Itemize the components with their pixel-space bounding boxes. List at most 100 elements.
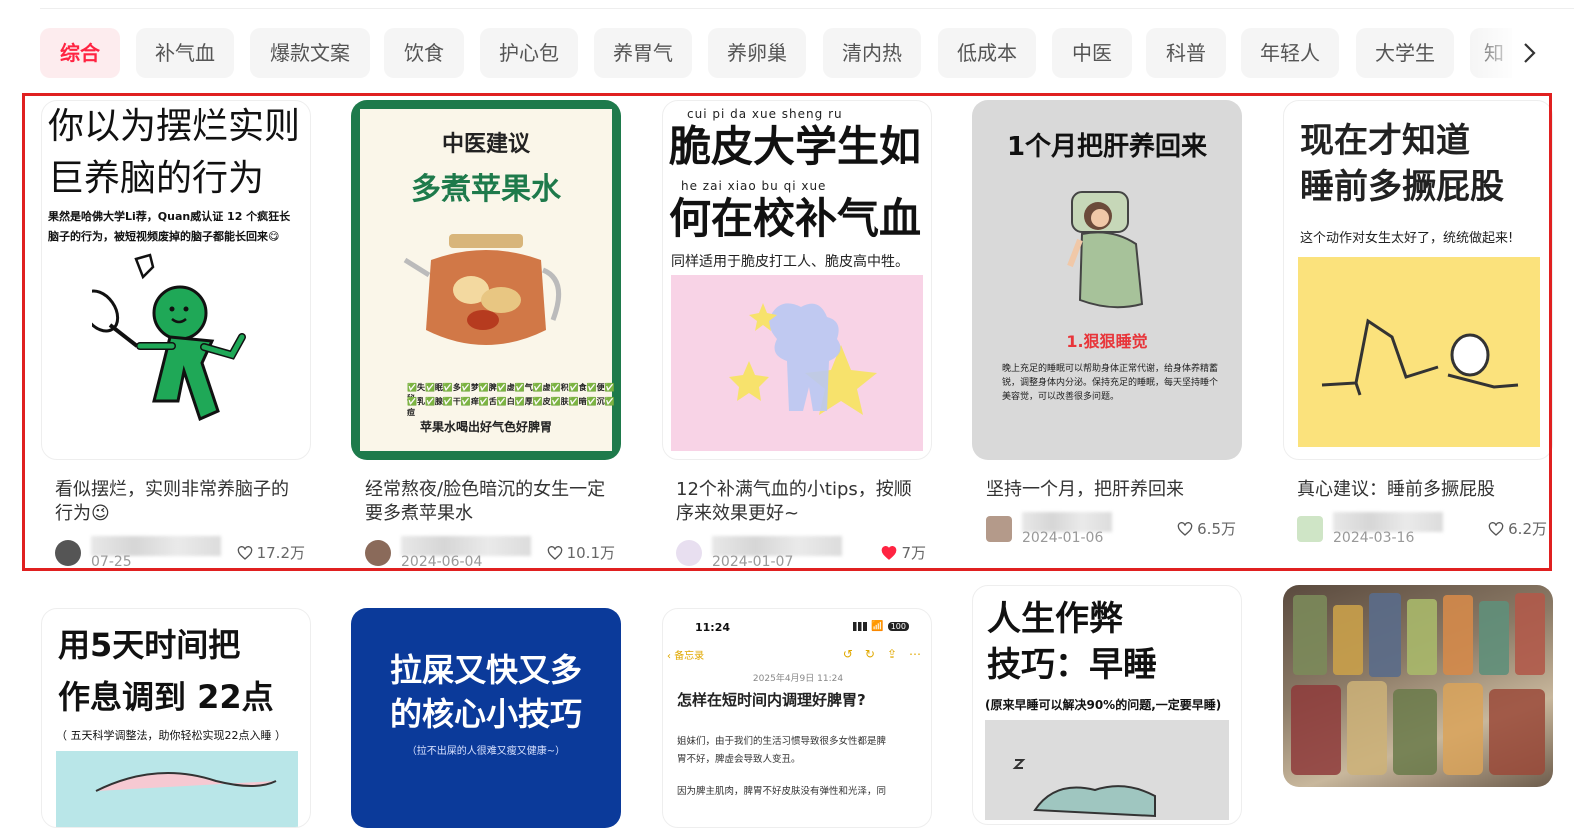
battery-icon: 100 (887, 622, 909, 631)
tab-stomach[interactable]: 养胃气 (594, 28, 692, 78)
like-button[interactable]: 10.1万 (547, 542, 615, 563)
cover-body-text: 晚上充足的睡眠可以帮助身体正常代谢，给身体养精蓄锐，调整身体内分泌。保持充足的睡… (1002, 364, 1219, 402)
note-cover[interactable]: 拉屎又快又多 的核心小技巧 （拉不出屎的人很难又瘦又健康~） (351, 608, 621, 828)
cover-headline: 的核心小技巧 (389, 695, 582, 733)
note-cover[interactable]: 11:24 📶 100 ‹ 备忘录 ↺ ↻ ⇪ ⋯ 2025年4月9日 11:24 怎… (662, 608, 932, 828)
cover-pinyin: he zai xiao bu qi xue (681, 179, 827, 193)
cover-headline: 作息调到 22点 (58, 678, 274, 716)
category-tabs: 综合 补气血 爆款文案 饮食 护心包 养胃气 养卵巢 清内热 低成本 中医 科普… (40, 28, 1530, 78)
jars-photo (1291, 593, 1545, 775)
avatar[interactable] (676, 540, 702, 566)
cover-checklist: ✅乳✅腺✅干✅痒✅舌✅白✅厚✅皮✅肤✅暗✅沉✅痘 (407, 397, 615, 417)
cover-headline: 用5天时间把 (58, 626, 241, 664)
cover-headline: 巨养脑的行为 (48, 158, 265, 199)
chevron-right-icon[interactable] (1512, 28, 1546, 78)
note-cover[interactable]: 用5天时间把 作息调到 22点 （ 五天科学调整法，助你轻松实现22点入睡 ） (41, 608, 311, 828)
note-cover[interactable]: 你以为摆烂实则 巨养脑的行为 果然是哈佛大学Li荐，Quan威认证 12 个疯狂… (41, 100, 311, 460)
tab-comprehensive[interactable]: 综合 (40, 28, 120, 78)
cover-footer: 苹果水喝出好气色好脾胃 (419, 420, 552, 434)
post-date: 2024-01-07 (712, 554, 794, 570)
sleeping-character-illustration (1012, 759, 1156, 818)
like-button[interactable]: 7万 (881, 542, 926, 563)
back-label: 备忘录 (674, 651, 705, 662)
undo-icon[interactable]: ↺ (843, 647, 853, 661)
phone-time: 11:24 (695, 621, 731, 634)
tab-viral-copy[interactable]: 爆款文案 (250, 28, 370, 78)
top-divider (40, 0, 1574, 9)
cover-headline: 多煮苹果水 (411, 172, 561, 207)
author-name[interactable] (712, 536, 842, 556)
note-title[interactable]: 坚持一个月，把肝养回来 (986, 478, 1236, 502)
author-name[interactable] (401, 536, 531, 556)
tab-ovary[interactable]: 养卵巢 (708, 28, 806, 78)
badminton-figure-illustration (92, 253, 246, 422)
author-name[interactable] (1333, 512, 1443, 532)
heart-icon (1177, 521, 1193, 536)
note-cover[interactable] (1283, 585, 1553, 787)
pillow-illustration (95, 772, 277, 792)
avatar[interactable] (986, 516, 1012, 542)
author-name[interactable] (91, 536, 221, 556)
heart-icon (547, 545, 562, 560)
tab-college-students[interactable]: 大学生 (1356, 28, 1454, 78)
like-count: 7万 (901, 544, 926, 562)
cover-headline: 现在才知道 (1300, 121, 1470, 161)
note-title[interactable]: 经常熬夜/脸色暗沉的女生一定要多煮苹果水 (365, 478, 615, 526)
redo-icon[interactable]: ↻ (865, 647, 875, 661)
cover-headline: 你以为摆烂实则 (48, 106, 301, 147)
note-author-row: 2024-06-04 10.1万 (365, 536, 615, 574)
cover-headline: 脆皮大学生如 (669, 122, 922, 171)
like-button[interactable]: 6.2万 (1488, 518, 1547, 539)
cover-subtitle: (原来早睡可以解决90%的问题,一定要早睡) (985, 698, 1222, 712)
cover-illustration-bg (985, 720, 1229, 820)
note-title[interactable]: 12个补满气血的小tips，按顺序来效果更好~ (676, 478, 926, 526)
wifi-icon: 📶 (871, 621, 884, 632)
like-count: 10.1万 (566, 544, 615, 562)
note-cover[interactable]: 中医建议 多煮苹果水 ✅失✅眠✅多✅梦✅脾✅虚✅气✅虚✅积✅食✅便✅秘 ✅乳✅腺… (351, 100, 621, 460)
note-cover[interactable]: cui pi da xue sheng ru 脆皮大学生如 he zai xia… (662, 100, 932, 460)
cover-subtitle: （拉不出屎的人很难又瘦又健康~） (406, 746, 566, 757)
cover-step: 1.狠狠睡觉 (1066, 332, 1148, 351)
like-button[interactable]: 17.2万 (237, 542, 305, 563)
like-count: 6.2万 (1508, 520, 1547, 538)
heart-filled-icon (882, 545, 897, 560)
post-date: 07-25 (91, 554, 132, 570)
note-cover[interactable]: 现在才知道 睡前多撅屁股 这个动作对女生太好了，统统做起来! (1283, 100, 1553, 460)
note-cover[interactable]: 人生作弊 技巧：早睡 (原来早睡可以解决90%的问题,一定要早睡) (972, 585, 1242, 825)
phone-status-icons: 📶 100 (853, 621, 909, 632)
cover-illustration-bg (671, 275, 923, 451)
note-body: 因为脾主肌肉，脾胃不好皮肤没有弹性和光泽，同 (677, 786, 887, 797)
tab-science[interactable]: 科普 (1146, 28, 1226, 78)
note-title[interactable]: 真心建议：睡前多撅屁股 (1297, 478, 1547, 502)
avatar[interactable] (365, 540, 391, 566)
cloud-character-illustration (729, 303, 877, 415)
tab-young-people[interactable]: 年轻人 (1241, 28, 1339, 78)
cover-subtitle: 这个动作对女生太好了，统统做起来! (1300, 231, 1514, 246)
more-icon[interactable]: ⋯ (909, 647, 921, 661)
note-author-row: 2024-03-16 6.2万 (1297, 512, 1547, 550)
like-button[interactable]: 6.5万 (1177, 518, 1236, 539)
cover-subtitle: 脑子的行为，被短视频废掉的脑子都能长回来😋 (48, 230, 280, 243)
post-date: 2024-01-06 (1022, 530, 1104, 546)
sleeping-girl-illustration (1067, 191, 1144, 309)
cover-headline: 睡前多撅屁股 (1300, 167, 1504, 207)
tab-bu-qi-xue[interactable]: 补气血 (136, 28, 234, 78)
cover-headline: 技巧：早睡 (987, 645, 1157, 685)
tab-clear-heat[interactable]: 清内热 (823, 28, 921, 78)
note-cover[interactable]: 1个月把肝养回来 1.狠狠睡觉 晚上充足的睡眠可以帮助身体正常代谢，给身体养精蓄… (972, 100, 1242, 460)
cover-headline: 1个月把肝养回来 (1006, 132, 1208, 162)
cover-illustration-bg (56, 751, 298, 827)
author-name[interactable] (1022, 512, 1112, 532)
back-link[interactable]: ‹ 备忘录 (667, 647, 704, 662)
share-icon[interactable]: ⇪ (887, 647, 897, 661)
tab-low-cost[interactable]: 低成本 (938, 28, 1036, 78)
avatar[interactable] (1297, 516, 1323, 542)
tab-heart-care[interactable]: 护心包 (480, 28, 578, 78)
like-count: 6.5万 (1197, 520, 1236, 538)
tab-tcm[interactable]: 中医 (1052, 28, 1132, 78)
avatar[interactable] (55, 540, 81, 566)
stretch-pose-illustration (1321, 318, 1519, 396)
note-body: 胃不好，脾虚会导致人变丑。 (677, 754, 801, 765)
note-title[interactable]: 看似摆烂，实则非常养脑子的行为😉 (55, 478, 305, 526)
tab-diet[interactable]: 饮食 (384, 28, 464, 78)
